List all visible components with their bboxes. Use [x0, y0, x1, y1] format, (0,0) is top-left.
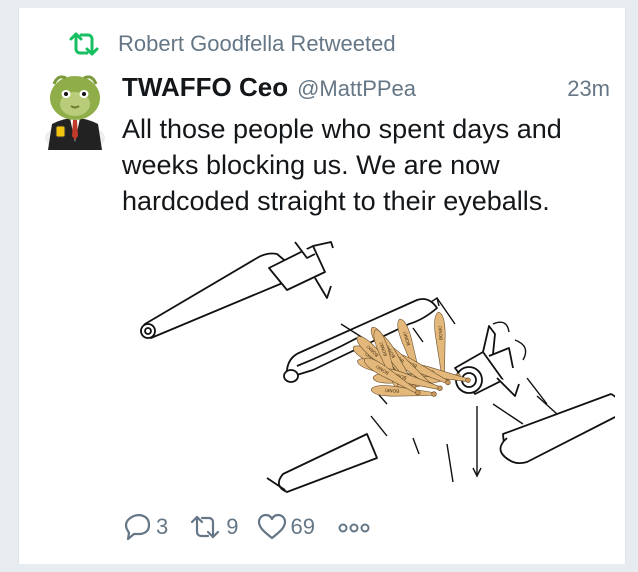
author-handle[interactable]: @MattPPea	[297, 76, 416, 102]
retweet-banner-text[interactable]: Robert Goodfella Retweeted	[118, 31, 396, 57]
retweet-banner: Robert Goodfella Retweeted	[67, 30, 396, 58]
tweet-text: All those people who spent days and week…	[122, 114, 562, 216]
tweet-actions: 3 9 69	[122, 510, 371, 544]
like-button[interactable]: 69	[257, 513, 315, 541]
tweet-header: TWAFFO Ceo @MattPPea 23m	[122, 72, 610, 106]
more-button[interactable]	[337, 520, 371, 534]
bat-6: BONK!	[434, 311, 446, 378]
retweet-action-icon	[188, 513, 222, 541]
author-name[interactable]: TWAFFO Ceo	[122, 72, 288, 103]
more-dots-icon	[337, 520, 371, 534]
reply-icon	[122, 513, 152, 541]
bat-label: BONK!	[438, 325, 445, 340]
tweet-media-illustration[interactable]: BONK! BONK! BONK! BONK! BONK! BONK! BONK! BONK!…	[117, 228, 623, 500]
bat-label: BONK!	[384, 387, 399, 394]
retweet-icon	[67, 30, 101, 58]
tweet-card[interactable]: Robert Goodfella Retweeted TWAFFO Ceo @M…	[18, 8, 626, 564]
avatar[interactable]	[44, 68, 106, 152]
tweet-timestamp[interactable]: 23m	[567, 76, 610, 102]
reply-button[interactable]: 3	[122, 513, 168, 541]
like-count: 69	[290, 514, 315, 539]
retweet-button[interactable]: 9	[188, 513, 239, 541]
heart-icon	[257, 513, 287, 541]
reply-count: 3	[156, 514, 169, 539]
retweet-count: 9	[226, 514, 239, 539]
